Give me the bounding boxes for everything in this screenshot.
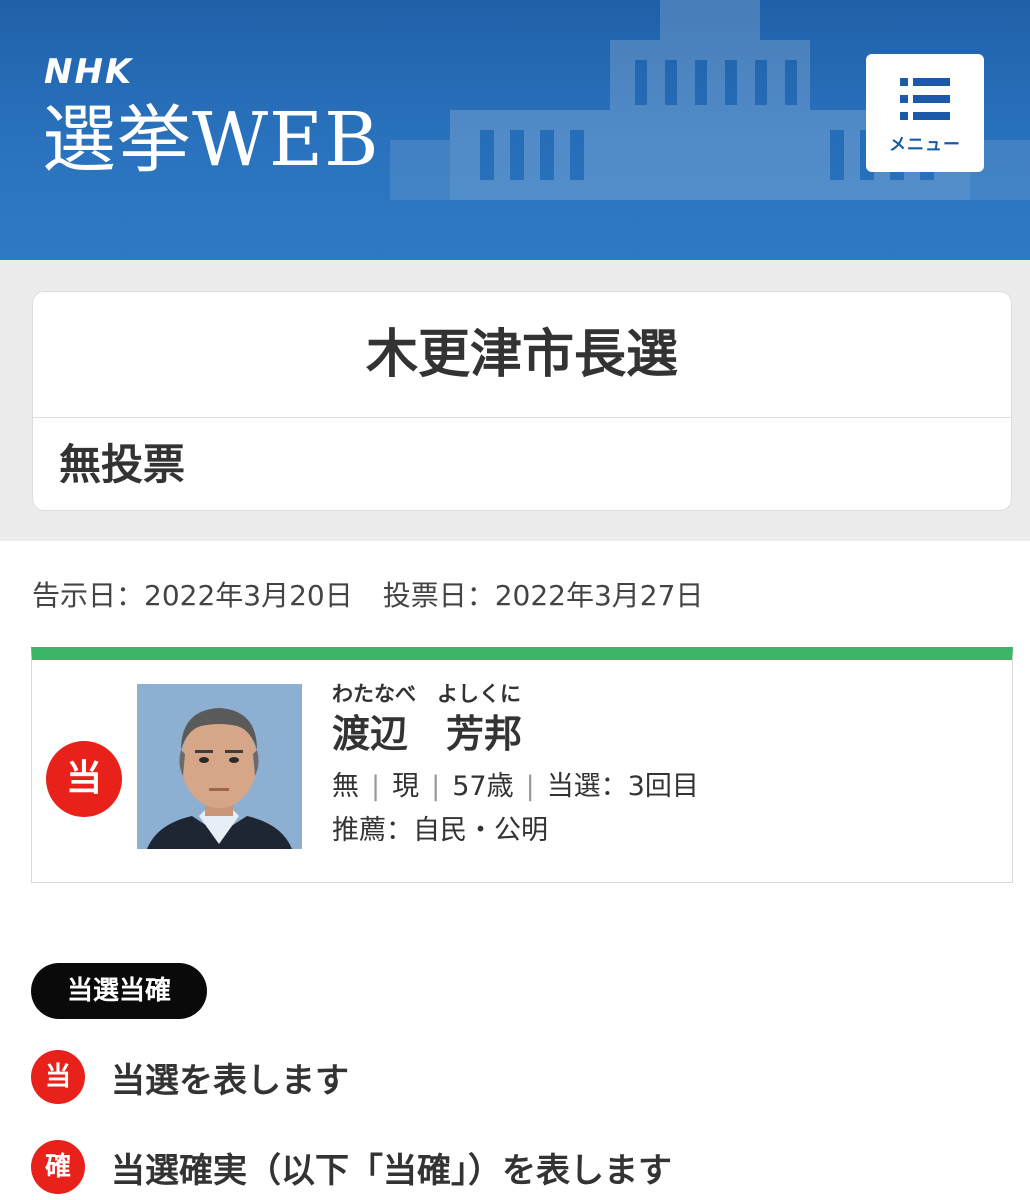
separator: | xyxy=(431,771,441,802)
menu-button[interactable]: メニュー xyxy=(866,54,984,172)
site-header: NHK 選挙WEB メニュー xyxy=(0,0,1030,260)
elected-badge: 当 xyxy=(46,741,122,817)
election-dates: 告示日：2022年3月20日 投票日：2022年3月27日 xyxy=(32,574,703,614)
candidate-name: 渡辺 芳邦 xyxy=(332,712,523,756)
elected-badge: 当 xyxy=(31,1050,85,1104)
voting-date: 投票日：2022年3月27日 xyxy=(382,579,704,612)
candidate-card[interactable]: 当 わたなべ よしくに 渡辺 芳邦 無 | 現 | 57歳 | 当選：3回目 推… xyxy=(31,647,1013,883)
candidate-info: わたなべ よしくに 渡辺 芳邦 無 | 現 | 57歳 | 当選：3回目 推薦：自民・公明 xyxy=(332,680,699,850)
election-title: 木更津市長選 xyxy=(33,292,1011,418)
legend-item: 確 当選確実（以下「当確」）を表します xyxy=(31,1140,672,1194)
candidate-affiliation: 無 xyxy=(332,771,359,802)
candidate-age: 57歳 xyxy=(452,771,514,802)
legend-item-text: 当選を表します xyxy=(111,1060,349,1101)
candidate-terms: 当選：3回目 xyxy=(546,771,699,802)
legend-item: 当 当選を表します xyxy=(31,1050,349,1104)
candidate-furigana: わたなべ よしくに xyxy=(332,682,521,706)
candidate-endorsement: 推薦：自民・公明 xyxy=(332,815,548,846)
site-logo[interactable]: NHK 選挙WEB xyxy=(42,52,379,184)
list-menu-icon xyxy=(900,78,950,120)
election-status: 無投票 xyxy=(59,440,186,489)
candidate-meta: 無 | 現 | 57歳 | 当選：3回目 xyxy=(332,768,699,806)
confirmed-badge: 確 xyxy=(31,1140,85,1194)
candidate-status: 現 xyxy=(392,771,420,802)
separator: | xyxy=(371,771,381,802)
menu-label: メニュー xyxy=(889,135,961,155)
legend-heading: 当選当確 xyxy=(31,963,208,1019)
separator: | xyxy=(525,771,535,802)
election-card-area: 木更津市長選 無投票 xyxy=(0,260,1030,541)
nhk-logo-text: NHK xyxy=(44,52,134,92)
candidate-photo xyxy=(137,684,302,849)
site-title: 選挙WEB xyxy=(42,97,380,183)
election-card: 木更津市長選 無投票 xyxy=(32,291,1012,511)
announcement-date: 告示日：2022年3月20日 xyxy=(32,579,353,612)
legend-item-text: 当選確実（以下「当確」）を表します xyxy=(111,1150,672,1191)
